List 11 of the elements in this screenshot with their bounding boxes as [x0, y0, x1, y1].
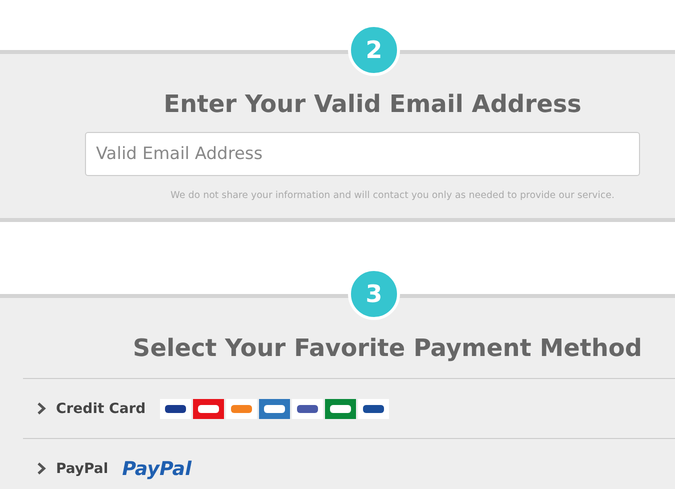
step-number-badge: 3 [348, 268, 400, 320]
payment-method-label[interactable]: PayPal [56, 460, 108, 476]
section-heading: Enter Your Valid Email Address [162, 90, 582, 118]
payment-method-label[interactable]: Credit Card [56, 400, 146, 416]
section-heading: Select Your Favorite Payment Method [132, 334, 642, 362]
privacy-note: We do not share your information and will contact you only as needed to provide our service. [170, 190, 614, 201]
paypal-logo: PayPal [122, 458, 192, 480]
step-number-badge: 2 [348, 24, 400, 76]
chevron-icon[interactable] [37, 462, 46, 475]
chevron-icon[interactable] [37, 402, 46, 415]
email-input-field[interactable]: Valid Email Address [85, 132, 640, 176]
